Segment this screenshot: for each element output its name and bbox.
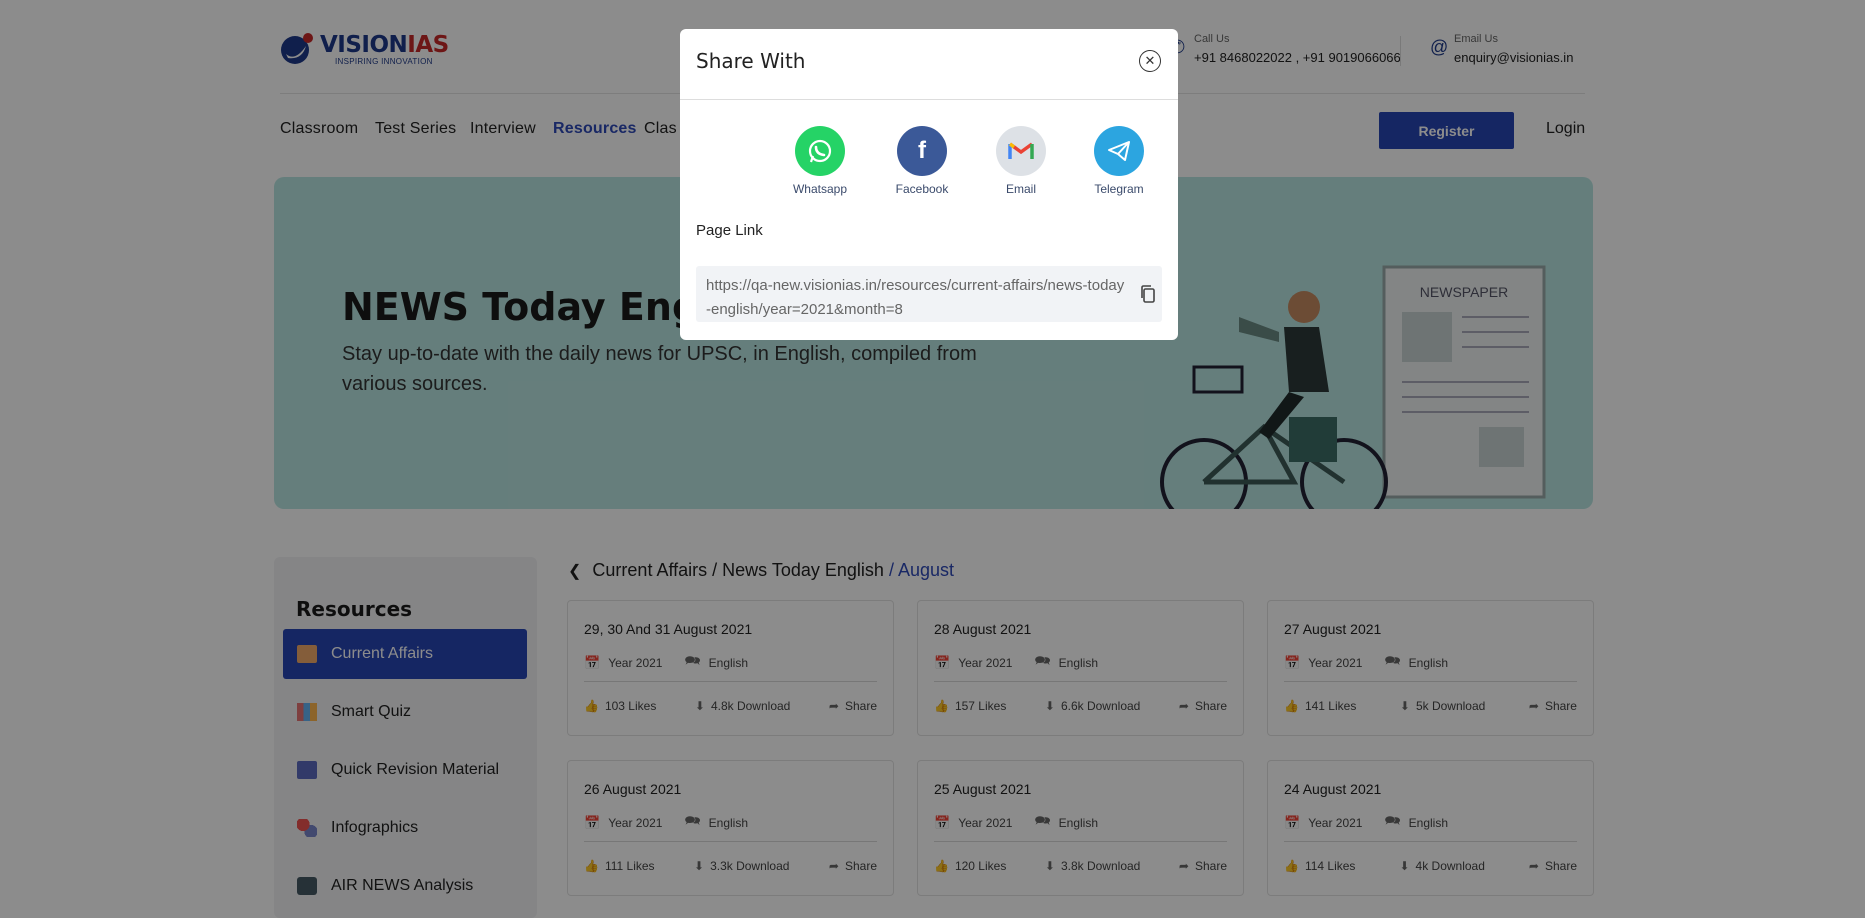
share-options: Whatsapp f Facebook Email Telegram (680, 126, 1178, 206)
share-label: Email (1005, 182, 1036, 196)
telegram-icon (1094, 126, 1144, 176)
modal-divider (680, 99, 1178, 100)
page-link-label: Page Link (696, 222, 763, 239)
page-link-field[interactable]: https://qa-new.visionias.in/resources/cu… (696, 266, 1162, 322)
share-facebook[interactable]: f Facebook (882, 126, 962, 196)
facebook-icon: f (897, 126, 947, 176)
whatsapp-icon (795, 126, 845, 176)
modal-title: Share With (696, 49, 806, 73)
copy-icon[interactable] (1140, 285, 1156, 303)
share-whatsapp[interactable]: Whatsapp (780, 126, 860, 196)
share-modal: Share With ✕ Whatsapp f Facebook Email T… (680, 29, 1178, 340)
share-telegram[interactable]: Telegram (1079, 126, 1159, 196)
share-label: Whatsapp (792, 182, 848, 196)
share-label: Facebook (895, 182, 949, 196)
close-icon[interactable]: ✕ (1139, 50, 1161, 72)
share-label: Telegram (1094, 182, 1144, 196)
share-email[interactable]: Email (981, 126, 1061, 196)
gmail-icon (996, 126, 1046, 176)
page-link-url: https://qa-new.visionias.in/resources/cu… (706, 277, 1125, 318)
